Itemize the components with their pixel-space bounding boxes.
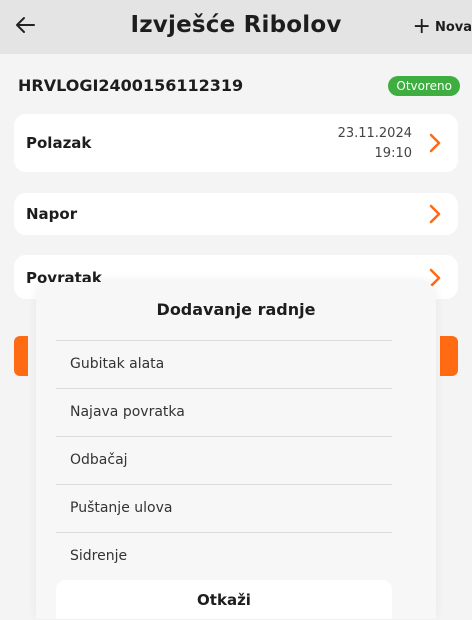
action-item-catch-release[interactable]: Puštanje ulova (56, 484, 392, 533)
departure-card[interactable]: Polazak 23.11.2024 19:10 (14, 114, 458, 172)
action-item-label: Puštanje ulova (70, 500, 172, 516)
action-sheet-title: Dodavanje radnje (36, 300, 436, 319)
action-item-label: Najava povratka (70, 404, 185, 420)
action-sheet: Dodavanje radnje Gubitak alata Najava po… (36, 282, 436, 619)
plus-icon: + (413, 16, 431, 38)
new-button-label: Nova (435, 20, 472, 35)
action-item-label: Sidrenje (70, 548, 127, 564)
action-item-tool-loss[interactable]: Gubitak alata (56, 340, 392, 389)
chevron-right-icon (428, 132, 442, 154)
status-badge: Otvoreno (388, 76, 460, 96)
action-button-edge (440, 336, 458, 376)
action-item-return-notice[interactable]: Najava povratka (56, 388, 392, 437)
effort-card[interactable]: Napor (14, 193, 458, 235)
action-item-label: Gubitak alata (70, 356, 164, 372)
report-id: HRVLOGI2400156112319 (18, 76, 243, 95)
page-title: Izvješće Ribolov (0, 12, 472, 38)
action-item-anchoring[interactable]: Sidrenje (56, 532, 392, 581)
action-button-edge (14, 336, 28, 376)
departure-label: Polazak (26, 134, 91, 152)
action-item-label: Odbačaj (70, 452, 128, 468)
top-bar: Izvješće Ribolov + Nova (0, 0, 472, 54)
departure-datetime: 23.11.2024 19:10 (338, 124, 412, 164)
departure-time: 19:10 (338, 144, 412, 164)
action-item-discard[interactable]: Odbačaj (56, 436, 392, 485)
effort-label: Napor (26, 205, 77, 223)
departure-date: 23.11.2024 (338, 124, 412, 144)
cancel-button[interactable]: Otkaži (56, 580, 392, 619)
chevron-right-icon (428, 203, 442, 225)
new-button[interactable]: + Nova (413, 16, 472, 38)
